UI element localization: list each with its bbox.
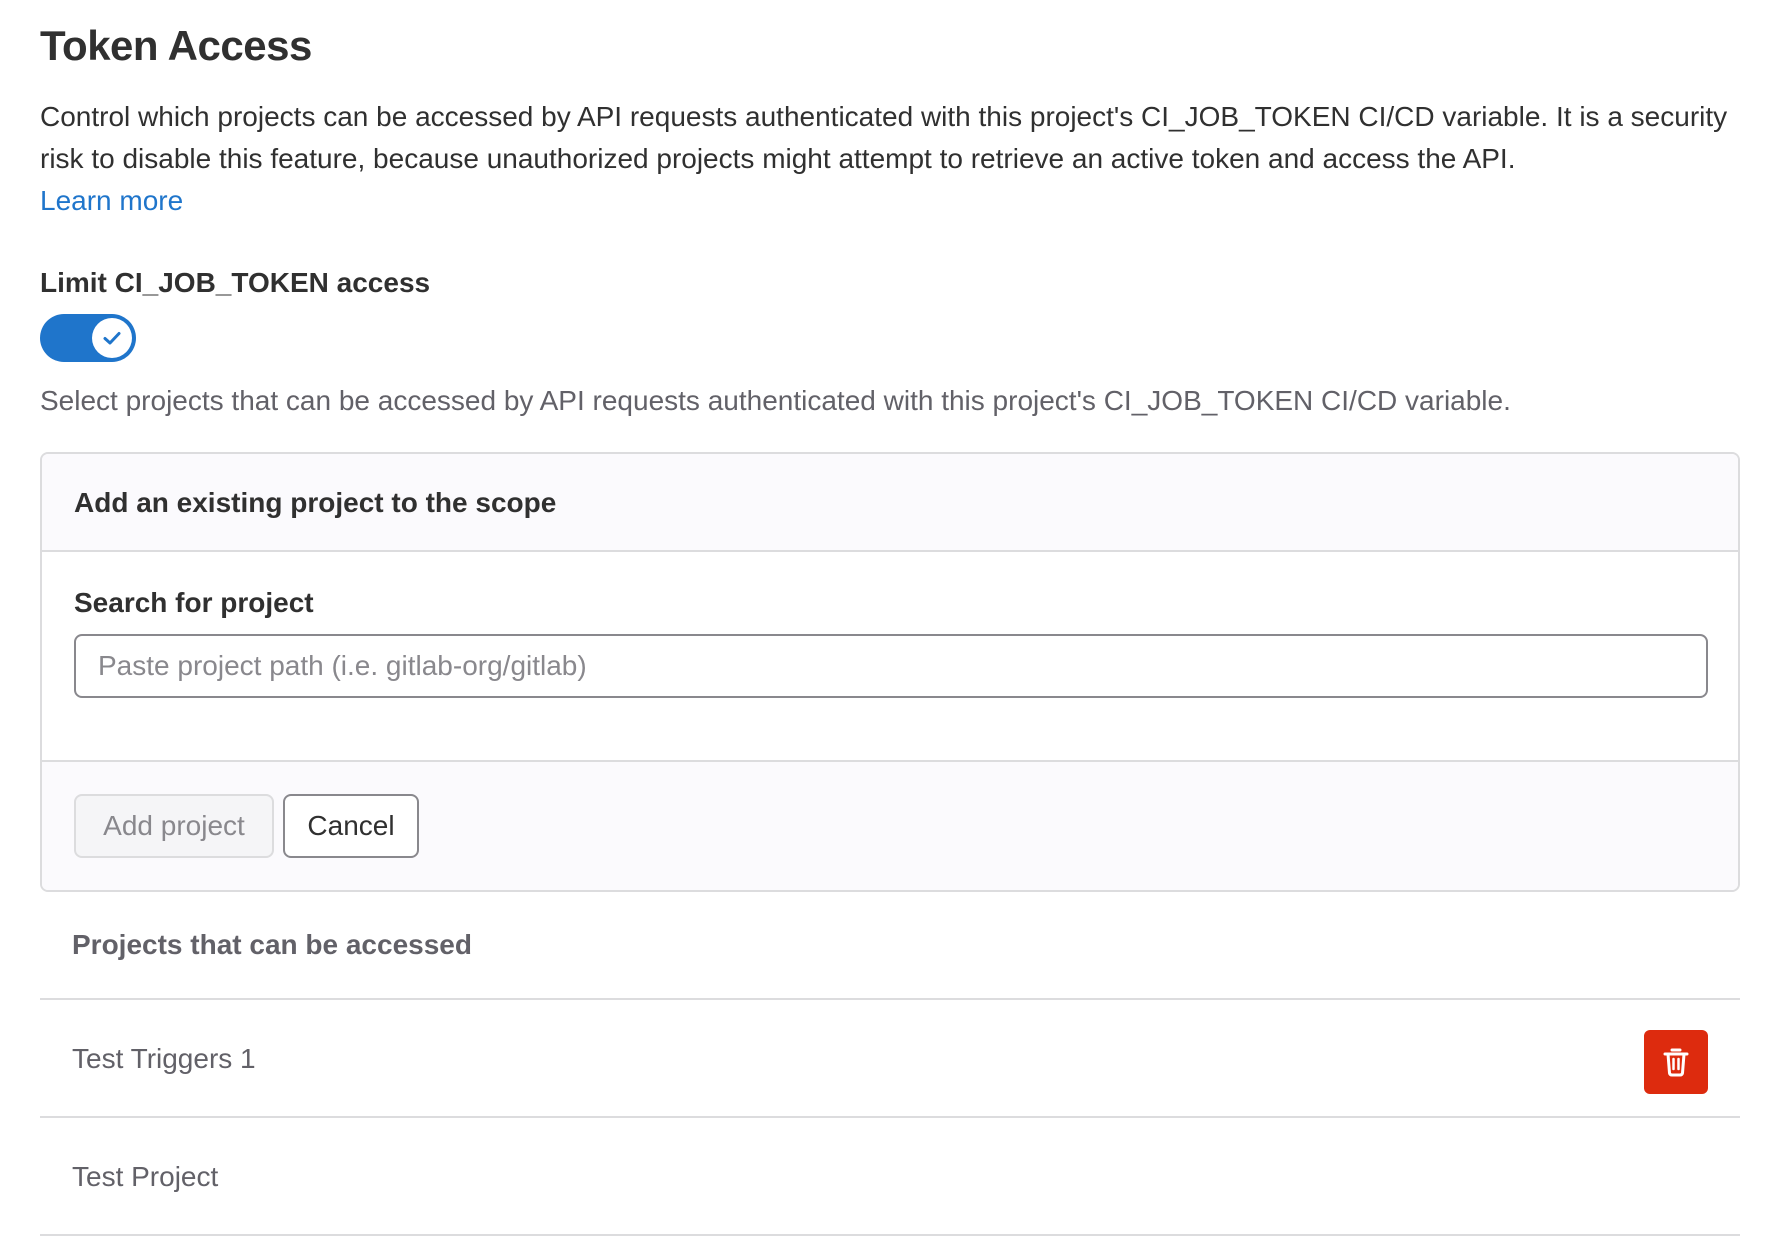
projects-table: Projects that can be accessed Test Trigg… — [40, 896, 1740, 1236]
check-icon — [103, 332, 121, 345]
card-header-title: Add an existing project to the scope — [74, 487, 557, 518]
trash-icon — [1663, 1048, 1689, 1077]
add-project-card: Add an existing project to the scope Sea… — [40, 452, 1740, 892]
add-project-button[interactable]: Add project — [74, 794, 274, 858]
limit-token-toggle-label: Limit CI_JOB_TOKEN access — [40, 267, 431, 298]
toggle-help-text: Select projects that can be accessed by … — [40, 385, 1511, 416]
token-access-page: Token Access Control which projects can … — [0, 0, 1774, 1260]
page-description: Control which projects can be accessed b… — [40, 101, 1728, 174]
table-header-label: Projects that can be accessed — [72, 929, 472, 960]
table-row: Test Project — [40, 1118, 1740, 1236]
project-path-input[interactable] — [74, 634, 1708, 698]
remove-project-button[interactable] — [1644, 1030, 1708, 1094]
table-row: Test Triggers 1 — [40, 1000, 1740, 1118]
limit-token-toggle[interactable] — [40, 314, 136, 362]
card-header: Add an existing project to the scope — [42, 454, 1738, 552]
project-name: Test Project — [72, 1161, 219, 1192]
project-name: Test Triggers 1 — [72, 1043, 256, 1074]
toggle-knob — [92, 318, 132, 358]
page-title: Token Access — [40, 22, 312, 69]
card-footer: Add project Cancel — [42, 760, 1738, 890]
cancel-button[interactable]: Cancel — [283, 794, 419, 858]
table-header: Projects that can be accessed — [40, 896, 1740, 1000]
learn-more-link[interactable]: Learn more — [40, 180, 183, 222]
search-project-label: Search for project — [74, 587, 314, 618]
